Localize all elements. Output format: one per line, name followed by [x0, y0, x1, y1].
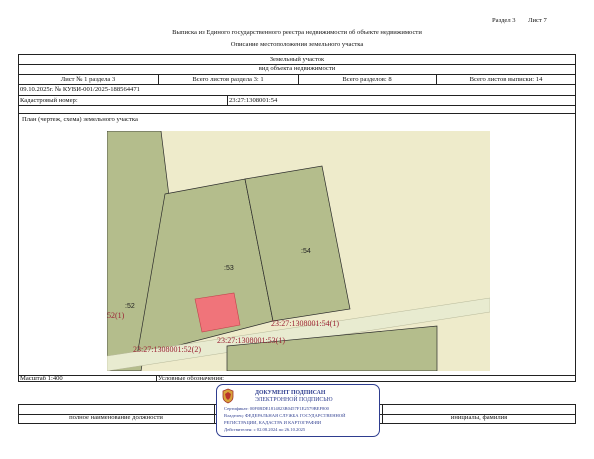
name-caption: инициалы, фамилия	[450, 414, 508, 421]
cadastral-label-53: 23:27:1308001:53(1)	[217, 336, 285, 345]
section-number: Раздел 3	[492, 17, 516, 24]
divider	[18, 74, 576, 75]
sheets-in-section: Всего листов раздела 3: 1	[192, 76, 264, 83]
cadastral-label: Кадастровый номер:	[20, 97, 78, 104]
eagle-emblem-icon	[221, 388, 235, 404]
divider	[18, 113, 576, 114]
stamp-owner-2: РЕГИСТРАЦИИ, КАДАСТРА И КАРТОГРАФИИ	[224, 420, 322, 425]
sections-total: Всего разделов: 8	[342, 76, 392, 83]
parcel-label-54: :54	[301, 248, 311, 255]
position-caption: полное наименование должности	[69, 414, 163, 421]
parcel-map: :53 :54 :52 23:27:1308001:54(1) 23:27:13…	[107, 131, 490, 371]
cadastral-label-52: 23:27:1308001:52(2)	[133, 345, 201, 354]
object-type: Земельный участок	[269, 56, 325, 63]
sheets-total: Всего листов выписки: 14	[469, 76, 543, 83]
divider	[156, 375, 157, 382]
highlight-area	[194, 292, 241, 333]
stamp-owner: Владелец: ФЕДЕРАЛЬНАЯ СЛУЖБА ГОСУДАРСТВЕ…	[224, 413, 346, 418]
divider	[18, 105, 576, 106]
legend-label: Условные обозначения:	[158, 375, 224, 382]
stamp-title: ДОКУМЕНТ ПОДПИСАН	[255, 390, 326, 396]
plan-caption: План (чертеж, схема) земельного участка	[22, 116, 138, 123]
divider	[18, 95, 576, 96]
parcel-map-svg: :53 :54 :52 23:27:1308001:54(1) 23:27:13…	[107, 131, 490, 371]
document-subtitle: Описание местоположения земельного участ…	[230, 41, 364, 48]
divider	[227, 95, 228, 105]
scale-label: Масштаб 1:400	[20, 375, 63, 382]
document-title: Выписка из Единого государственного реес…	[172, 29, 422, 36]
parcel-label-52: :52	[125, 303, 135, 310]
sheet-of-section: Лист № 1 раздела 3	[60, 76, 116, 83]
object-type-caption: вид объекта недвижимости	[258, 65, 336, 72]
document-number: 09.10.2025г. № КУВИ-001/2025-188564471	[20, 86, 140, 93]
sheet-number: Лист 7	[528, 17, 547, 24]
cadastral-label-edge: 52(1)	[107, 311, 125, 320]
stamp-validity: Действителен: с 02.08.2024 по 26.10.2025	[224, 427, 306, 432]
stamp-certificate: Сертификат: 00F0BDE1814823B0457F1E2579BE…	[224, 406, 329, 411]
divider	[18, 84, 576, 85]
parcel-label-53: :53	[224, 265, 234, 272]
cadastral-number: 23:27:1308001:54	[229, 97, 278, 104]
divider	[18, 375, 576, 376]
cadastral-label-54: 23:27:1308001:54(1)	[271, 319, 339, 328]
electronic-signature-stamp: ДОКУМЕНТ ПОДПИСАН ЭЛЕКТРОННОЙ ПОДПИСЬЮ С…	[216, 384, 380, 437]
stamp-subtitle: ЭЛЕКТРОННОЙ ПОДПИСЬЮ	[255, 397, 333, 403]
